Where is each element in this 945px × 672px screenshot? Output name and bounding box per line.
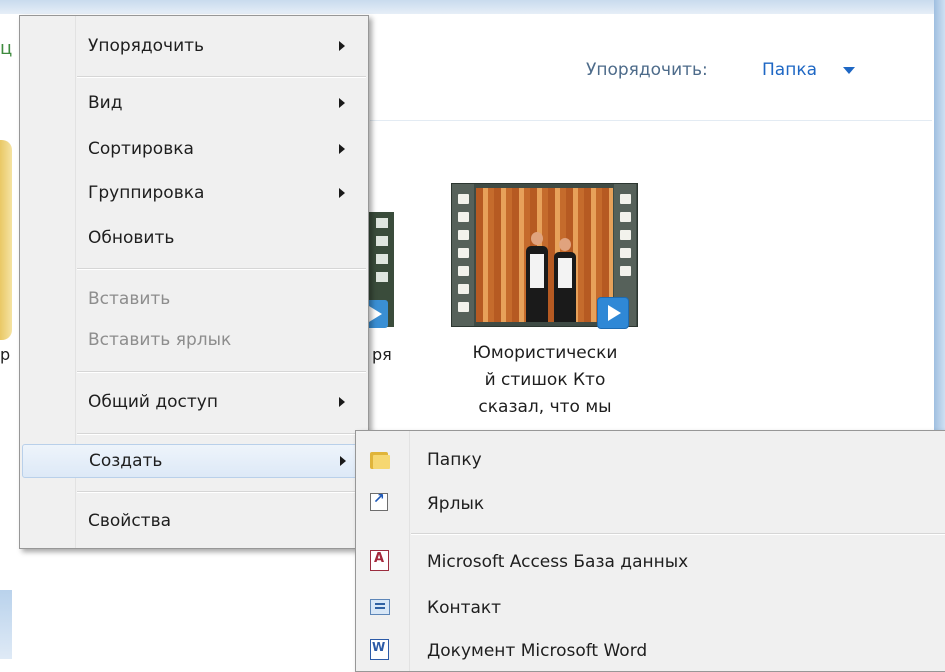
video-frame-image <box>476 188 613 322</box>
header-divider <box>370 120 932 121</box>
truncated-text-fragment: ц <box>0 38 13 59</box>
menu-item-group[interactable]: Группировка <box>20 176 368 210</box>
menu-item-view[interactable]: Вид <box>20 86 368 120</box>
word-document-icon: W <box>370 639 389 660</box>
video-caption-line: й стишок Кто <box>484 370 606 390</box>
menu-item-label: Обновить <box>88 228 175 248</box>
menu-item-label: Свойства <box>88 511 172 531</box>
menu-item-label: Вставить ярлык <box>88 330 232 350</box>
submenu-item-label: Документ Microsoft Word <box>427 641 648 661</box>
menu-item-sharing[interactable]: Общий доступ <box>20 385 368 419</box>
arrange-by-label: Упорядочить: <box>586 60 708 80</box>
folder-thumbnail[interactable] <box>0 140 12 340</box>
submenu-item-contact[interactable]: Контакт <box>356 591 945 625</box>
arrange-by-dropdown[interactable]: Папка <box>762 60 817 80</box>
dropdown-arrow-icon[interactable] <box>843 67 855 74</box>
explorer-top-strip <box>0 0 945 14</box>
video-caption-line: сказал, что мы <box>478 397 612 417</box>
video-play-badge-icon <box>597 297 629 329</box>
submenu-item-label: Microsoft Access База данных <box>427 552 689 572</box>
submenu-item-access-database[interactable]: A Microsoft Access База данных <box>356 545 945 579</box>
submenu-item-label: Контакт <box>427 598 502 618</box>
contact-icon <box>370 599 390 615</box>
context-menu: Упорядочить Вид Сортировка Группировка О… <box>19 15 369 549</box>
menu-item-label: Сортировка <box>88 139 194 159</box>
submenu-item-label: Ярлык <box>427 494 485 514</box>
menu-separator <box>77 76 366 78</box>
new-submenu: Папку Ярлык A Microsoft Access База данн… <box>355 430 945 672</box>
video-caption-fragment[interactable]: ря <box>372 345 392 364</box>
menu-item-paste-shortcut: Вставить ярлык <box>20 323 368 357</box>
video-caption-line: Юмористически <box>472 343 618 363</box>
menu-item-label: Вид <box>88 93 123 113</box>
submenu-arrow-icon <box>339 188 345 198</box>
menu-item-label: Создать <box>89 451 163 471</box>
submenu-arrow-icon <box>339 41 345 51</box>
video-caption[interactable]: Юмористически й стишок Кто сказал, что м… <box>440 340 650 421</box>
menu-item-label: Общий доступ <box>88 392 218 412</box>
submenu-arrow-icon <box>339 98 345 108</box>
menu-separator <box>77 268 366 270</box>
submenu-item-label: Папку <box>427 450 482 470</box>
menu-item-arrange[interactable]: Упорядочить <box>20 29 368 63</box>
submenu-item-word-document[interactable]: W Документ Microsoft Word <box>356 634 945 668</box>
menu-item-sort[interactable]: Сортировка <box>20 132 368 166</box>
menu-separator <box>77 491 366 493</box>
menu-separator <box>411 533 945 535</box>
menu-item-new[interactable]: Создать <box>22 444 366 478</box>
menu-item-refresh[interactable]: Обновить <box>20 221 368 255</box>
access-database-icon: A <box>370 550 389 571</box>
menu-item-label: Упорядочить <box>88 36 205 56</box>
menu-separator <box>77 433 366 435</box>
shortcut-icon <box>370 491 388 511</box>
submenu-item-shortcut[interactable]: Ярлык <box>356 487 945 521</box>
menu-separator <box>77 371 366 373</box>
window-left-border <box>0 590 12 659</box>
menu-item-label: Группировка <box>88 183 205 203</box>
submenu-arrow-icon <box>339 144 345 154</box>
menu-item-label: Вставить <box>88 289 171 309</box>
submenu-arrow-icon <box>339 397 345 407</box>
menu-item-paste: Вставить <box>20 282 368 316</box>
submenu-arrow-icon <box>340 456 346 466</box>
folder-caption-fragment[interactable]: р <box>0 345 10 364</box>
menu-item-properties[interactable]: Свойства <box>20 504 368 538</box>
submenu-item-folder[interactable]: Папку <box>356 443 945 477</box>
folder-icon <box>370 450 390 470</box>
